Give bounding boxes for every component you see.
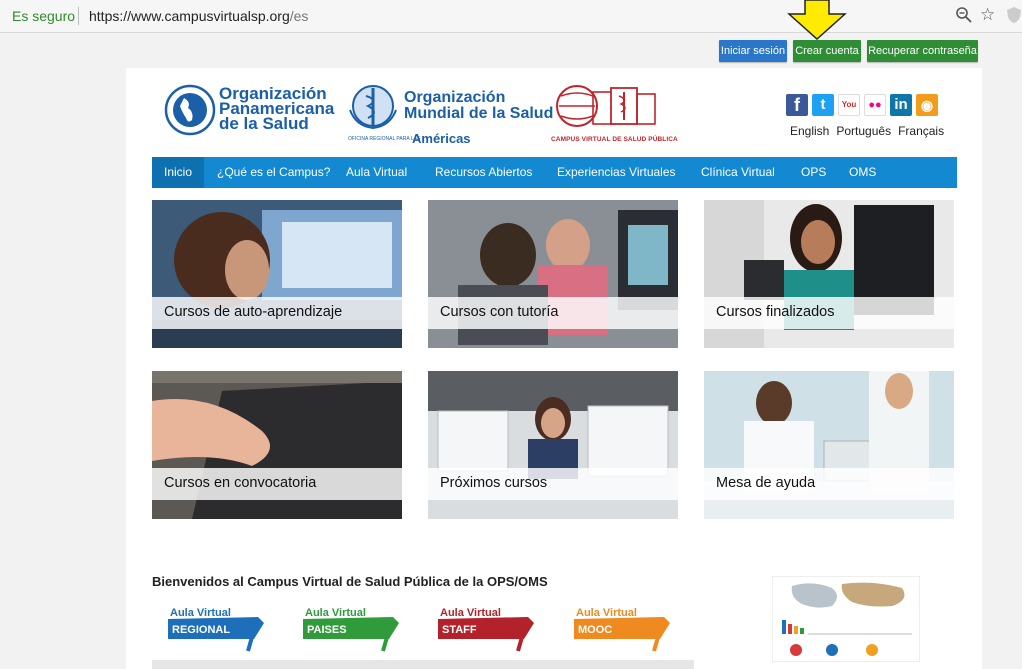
nav-experiencias-virtuales[interactable]: Experiencias Virtuales (557, 157, 676, 188)
aula-virtual-staff-banner[interactable]: Aula Virtual STAFF (436, 603, 536, 653)
address-separator (78, 7, 79, 25)
tile-proximos[interactable]: Próximos cursos (428, 371, 678, 519)
secure-label: Es seguro (12, 8, 76, 24)
oms-subtitle: OFICINA REGIONAL PARA LAS (348, 136, 421, 142)
aula-virtual-mooc-banner[interactable]: Aula Virtual MOOC (572, 603, 672, 653)
bottom-strip (152, 660, 694, 669)
ops-name-line3: de la Salud (219, 114, 309, 133)
twitter-icon[interactable]: t (812, 94, 834, 116)
aula-bottom-text: REGIONAL (172, 624, 230, 636)
aula-virtual-paises-banner[interactable]: Aula Virtual PAISES (301, 603, 401, 653)
tile-label: Cursos finalizados (716, 304, 835, 320)
lang-portuguese[interactable]: Português (836, 124, 891, 138)
page-container: Organización Panamericana de la Salud Or… (126, 68, 982, 669)
aula-top-text: Aula Virtual (576, 607, 637, 619)
rss-icon[interactable]: ◉ (916, 94, 938, 116)
site-header: Organización Panamericana de la Salud Or… (126, 68, 982, 156)
create-account-button[interactable]: Crear cuenta (793, 40, 861, 62)
youtube-icon[interactable]: You (838, 94, 860, 116)
lang-english[interactable]: English (790, 124, 829, 138)
oms-name[interactable]: Organización Mundial de la Salud (404, 90, 553, 122)
facebook-icon[interactable]: f (786, 94, 808, 116)
nav-aula-virtual[interactable]: Aula Virtual (346, 157, 407, 188)
welcome-heading: Bienvenidos al Campus Virtual de Salud P… (152, 574, 548, 589)
tile-label: Próximos cursos (440, 475, 548, 491)
tile-auto-aprendizaje[interactable]: Cursos de auto-aprendizaje (152, 200, 402, 348)
url-field[interactable]: https://www.campusvirtualsp.org/es (89, 8, 308, 24)
ops-name[interactable]: Organización Panamericana de la Salud (219, 85, 334, 133)
bookmark-star-icon[interactable]: ☆ (980, 6, 995, 24)
tile-finalizados[interactable]: Cursos finalizados (704, 200, 954, 348)
tile-label: Cursos de auto-aprendizaje (164, 304, 343, 320)
lang-french[interactable]: Français (898, 124, 944, 138)
recover-password-button[interactable]: Recuperar contraseña (867, 40, 978, 62)
nav-que-es-campus[interactable]: ¿Qué es el Campus? (217, 157, 330, 188)
dashboard-thumbnail-image[interactable] (772, 576, 920, 662)
url-path: /es (289, 8, 309, 24)
nav-clinica-virtual[interactable]: Clínica Virtual (701, 157, 775, 188)
aula-top-text: Aula Virtual (305, 607, 366, 619)
nav-inicio[interactable]: Inicio (152, 157, 205, 188)
oms-name-line2: Mundial de la Salud (404, 105, 554, 122)
url-main: https://www.campusvirtualsp.org (89, 8, 290, 24)
aula-bottom-text: MOOC (578, 624, 612, 636)
tile-en-convocatoria[interactable]: Cursos en convocatoria (152, 371, 402, 519)
nav-ops[interactable]: OPS (801, 157, 826, 188)
aula-top-text: Aula Virtual (170, 607, 231, 619)
annotation-arrow (787, 0, 847, 40)
main-nav: Inicio ¿Qué es el Campus? Aula Virtual R… (152, 157, 957, 188)
aula-bottom-text: PAISES (307, 624, 347, 636)
aula-bottom-text: STAFF (442, 624, 477, 636)
tile-mesa-de-ayuda[interactable]: Mesa de ayuda (704, 371, 954, 519)
tile-label: Cursos con tutoría (440, 304, 559, 320)
login-button[interactable]: Iniciar sesión (719, 40, 787, 62)
tile-label: Cursos en convocatoria (164, 475, 317, 491)
campus-virtual-logo-icon[interactable] (551, 82, 661, 142)
oms-americas: Américas (412, 131, 471, 146)
tile-con-tutoria[interactable]: Cursos con tutoría (428, 200, 678, 348)
nav-oms[interactable]: OMS (849, 157, 876, 188)
nav-recursos-abiertos[interactable]: Recursos Abiertos (435, 157, 532, 188)
ops-logo-icon[interactable] (164, 84, 216, 136)
extension-shield-icon[interactable] (1006, 6, 1022, 24)
tile-label: Mesa de ayuda (716, 475, 816, 491)
linkedin-icon[interactable]: in (890, 94, 912, 116)
aula-top-text: Aula Virtual (440, 607, 501, 619)
language-links: English Português Français (790, 124, 951, 138)
campus-virtual-name: CAMPUS VIRTUAL DE SALUD PÚBLICA (551, 136, 678, 143)
browser-address-bar: Es seguro https://www.campusvirtualsp.or… (0, 0, 1022, 33)
zoom-icon[interactable] (955, 6, 973, 24)
oms-logo-icon[interactable] (346, 82, 400, 132)
oms-name-line1: Organización (404, 89, 506, 106)
flickr-icon[interactable]: ●● (864, 94, 886, 116)
aula-virtual-regional-banner[interactable]: Aula Virtual REGIONAL (166, 603, 266, 653)
